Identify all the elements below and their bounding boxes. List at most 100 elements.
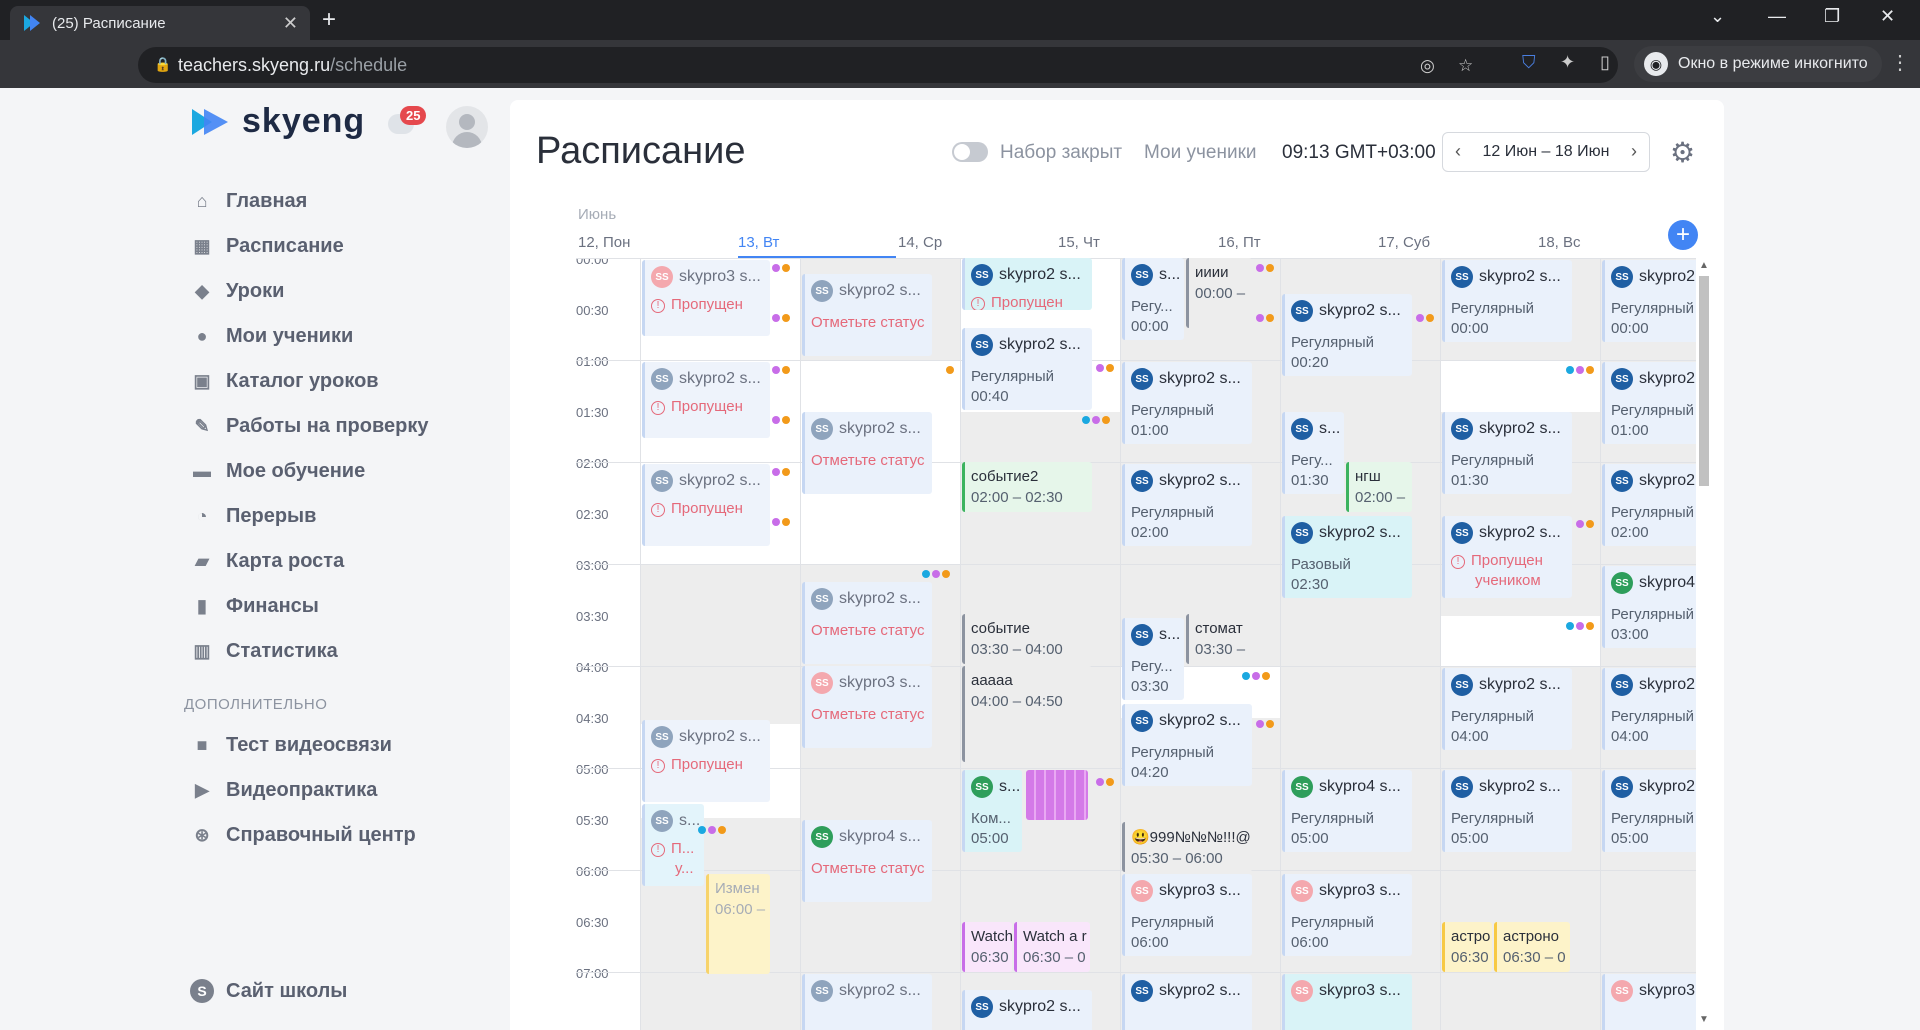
lesson-event[interactable]: SS skypro2 s... Регулярный 01:30 [1442, 412, 1572, 494]
bookmark-star-icon[interactable]: ☆ [1458, 56, 1473, 76]
calendar-event[interactable]: астроно 06:30 – 0 [1494, 922, 1570, 972]
browser-menu-icon[interactable]: ⋮ [1890, 50, 1910, 75]
lesson-event[interactable]: SS skypro3 s... ! Пропущен [642, 260, 770, 336]
lesson-event[interactable]: SS skypro2 s... Разовый 02:30 [1282, 516, 1412, 598]
calendar-event[interactable]: Watch 06:30 [962, 922, 1012, 972]
sidebar-item-review[interactable]: ✎ Работы на проверку [190, 411, 428, 441]
sidebar-item-statistics[interactable]: ▥ Статистика [190, 636, 337, 666]
lesson-event[interactable]: SS skypro2 s... Регулярный 04:00 [1442, 668, 1572, 750]
incognito-indicator[interactable]: ◉ Окно в режиме инкогнито [1634, 46, 1882, 82]
lesson-event[interactable]: SS s... Регу... 00:00 [1122, 258, 1184, 340]
lesson-event[interactable]: SS skypro2 s... Регулярный 04:20 [1122, 704, 1252, 786]
scroll-down-icon[interactable]: ▼ [1699, 1014, 1709, 1025]
lesson-event[interactable]: SS skypro2 s... Отметьте статус [802, 412, 932, 494]
sidebar-item-finance[interactable]: ▮ Финансы [190, 591, 319, 621]
sidebar-item-catalog[interactable]: ▣ Каталог уроков [190, 366, 378, 396]
sidebar-item-break[interactable]: ◔ Перерыв [190, 501, 317, 531]
stacked-events[interactable] [1026, 770, 1088, 820]
enrollment-toggle[interactable] [952, 142, 988, 162]
lesson-event[interactable]: SS skypro4 s... Регулярный 05:00 [1282, 770, 1412, 852]
lesson-event[interactable]: SS skypro4 s... Регулярный 03:00 [1602, 566, 1696, 648]
date-range-picker[interactable]: ‹ 12 Июн – 18 Июн › [1442, 132, 1650, 172]
chevron-right-icon[interactable]: › [1631, 141, 1637, 162]
chevron-left-icon[interactable]: ‹ [1455, 141, 1461, 162]
notifications-button[interactable]: 25 [388, 106, 427, 134]
scroll-up-icon[interactable]: ▲ [1699, 260, 1709, 271]
lesson-event[interactable]: SS s... Ком... 05:00 [962, 770, 1022, 852]
tab-close-icon[interactable]: ✕ [283, 13, 298, 34]
sidebar-item-school-site[interactable]: S Сайт школы [190, 976, 347, 1006]
skyeng-logo[interactable]: skyeng [190, 102, 365, 141]
lesson-event[interactable]: SS skypro2 s... [962, 990, 1092, 1030]
lesson-event[interactable]: SS skypro3 s... [1282, 974, 1412, 1030]
lesson-event[interactable]: SS s... Регу... 01:30 [1282, 412, 1344, 494]
sidebar-item-lessons[interactable]: ◆ Уроки [190, 276, 284, 306]
sidebar-item-video-practice[interactable]: ▶ Видеопрактика [190, 775, 377, 805]
lesson-event[interactable]: SS skypro3 s... [1602, 974, 1696, 1030]
lesson-event[interactable]: SS skypro2 s... Отметьте статус [802, 274, 932, 356]
calendar-event[interactable]: Watch a r 06:30 – 0 [1014, 922, 1090, 972]
calendar-event[interactable]: ииии 00:00 – [1186, 258, 1252, 328]
extensions-puzzle-icon[interactable]: ✦ [1560, 52, 1575, 73]
scrollbar-thumb[interactable] [1699, 276, 1709, 486]
calendar-event[interactable]: Измен 06:00 – [706, 874, 770, 974]
my-students-link[interactable]: Мои ученики [1144, 142, 1257, 164]
eye-off-icon[interactable]: ◎ [1420, 56, 1435, 76]
lesson-event[interactable]: SS skypro2 s... ! Пропущен [962, 258, 1092, 310]
lesson-event[interactable]: SS skypro2 s... ! Пропущен [642, 464, 770, 546]
alert-icon: ! [651, 401, 665, 415]
lesson-event[interactable]: SS skypro3 s... Регулярный 06:00 [1122, 874, 1252, 956]
calendar-grid[interactable]: 00:00 00:30 01:00 01:30 02:00 02:30 03:0… [576, 258, 1696, 1030]
sidebar-item-video-test[interactable]: ■ Тест видеосвязи [190, 730, 392, 760]
lesson-event[interactable]: SS skypro2 s... Регулярный 01:00 [1122, 362, 1252, 444]
side-panel-icon[interactable]: ▯ [1600, 52, 1610, 73]
calendar-event[interactable]: событие2 02:00 – 02:30 [962, 462, 1092, 512]
lesson-event[interactable]: SS skypro2 s... Регулярный 00:20 [1282, 294, 1412, 376]
calendar-event[interactable]: событие 03:30 – 04:00 [962, 614, 1092, 664]
sidebar-item-schedule[interactable]: ▦ Расписание [190, 231, 343, 261]
lesson-event[interactable]: SS skypro2 s... Регулярный 04:00 [1602, 668, 1696, 750]
address-bar[interactable]: 🔒 teachers.skyeng.ru/schedule ◎ ☆ [138, 47, 1618, 83]
lesson-event[interactable]: SS s... Регу... 03:30 [1122, 618, 1184, 700]
sidebar-item-help-center[interactable]: ⊛ Справочный центр [190, 820, 415, 850]
lesson-event[interactable]: SS skypro2 s... Регулярный 01:00 [1602, 362, 1696, 444]
lesson-event[interactable]: SS skypro2 s... Регулярный 00:00 [1442, 260, 1572, 342]
lesson-event[interactable]: SS skypro2 s... [802, 974, 932, 1030]
sidebar-item-home[interactable]: ⌂ Главная [190, 186, 308, 216]
lesson-event[interactable]: SS skypro2 s... Регулярный 02:00 [1602, 464, 1696, 546]
gear-icon[interactable]: ⚙ [1670, 136, 1695, 169]
new-tab-icon[interactable]: + [322, 6, 336, 34]
user-avatar[interactable] [446, 106, 488, 148]
browser-tab[interactable]: (25) Расписание ✕ [10, 6, 310, 40]
lesson-event[interactable]: SS skypro2 s... Регулярный 00:00 [1602, 260, 1696, 342]
minimize-icon[interactable]: — [1768, 6, 1786, 27]
lesson-event[interactable]: SS skypro3 s... Регулярный 06:00 [1282, 874, 1412, 956]
lesson-event[interactable]: SS skypro2 s... Регулярный 00:40 [962, 328, 1092, 410]
calendar-event[interactable]: 😃999№№№!!!@ 05:30 – 06:00 [1122, 822, 1252, 872]
student-avatar: SS [1131, 980, 1153, 1002]
lesson-event[interactable]: SS skypro2 s... Отметьте статус [802, 582, 932, 664]
sidebar-item-growth-map[interactable]: ▰ Карта роста [190, 546, 344, 576]
lesson-event[interactable]: SS skypro2 s... Регулярный 05:00 [1602, 770, 1696, 852]
restore-icon[interactable]: ❐ [1824, 6, 1840, 27]
calendar-event[interactable]: нгш 02:00 – [1346, 462, 1412, 512]
lesson-event[interactable]: SS skypro2 s... ! Пропущен учеником [1442, 516, 1572, 598]
lesson-event[interactable]: SS skypro2 s... ! Пропущен [642, 362, 770, 438]
lesson-event[interactable]: SS skypro2 s... [1122, 974, 1252, 1030]
calendar-scrollbar[interactable]: ▲ ▼ [1696, 258, 1712, 1030]
lesson-event[interactable]: SS skypro2 s... Регулярный 02:00 [1122, 464, 1252, 546]
calendar-event[interactable]: стомат 03:30 – [1186, 614, 1252, 664]
event-title: skypro2 s... [839, 420, 921, 437]
shield-extension-icon[interactable]: ⛉ [1522, 52, 1536, 73]
calendar-event[interactable]: астро 06:30 [1442, 922, 1492, 972]
close-window-icon[interactable]: ✕ [1880, 6, 1895, 27]
lesson-event[interactable]: SS s... ! П... у... [642, 804, 704, 886]
tab-search-icon[interactable]: ⌄ [1710, 6, 1725, 27]
sidebar-item-learning[interactable]: ▬ Мое обучение [190, 456, 365, 486]
lesson-event[interactable]: SS skypro3 s... Отметьте статус [802, 666, 932, 748]
calendar-event[interactable]: ааааа 04:00 – 04:50 [962, 666, 1092, 762]
lesson-event[interactable]: SS skypro4 s... Отметьте статус [802, 820, 932, 902]
lesson-event[interactable]: SS skypro2 s... ! Пропущен [642, 720, 770, 802]
sidebar-item-students[interactable]: ● Мои ученики [190, 321, 354, 351]
lesson-event[interactable]: SS skypro2 s... Регулярный 05:00 [1442, 770, 1572, 852]
